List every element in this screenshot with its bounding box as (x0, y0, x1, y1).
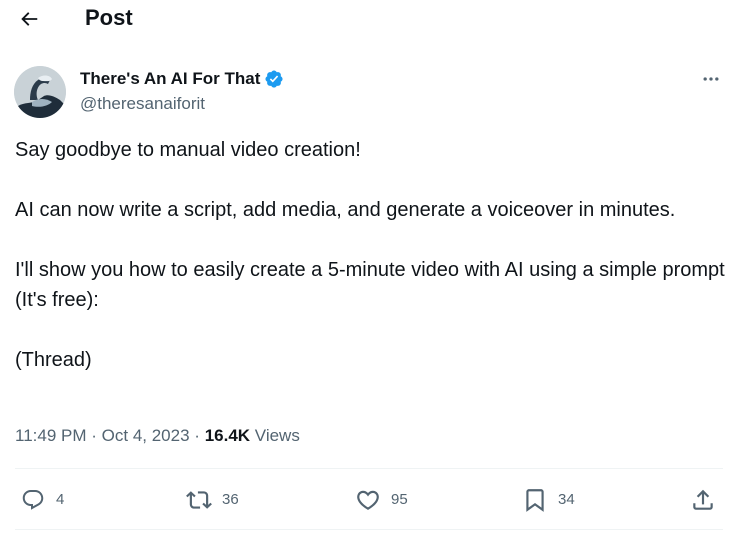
repost-icon (186, 487, 212, 513)
bookmark-count: 34 (558, 491, 575, 508)
post-date[interactable]: Oct 4, 2023 (102, 426, 190, 445)
reply-icon (20, 487, 46, 513)
more-options-button[interactable] (696, 66, 726, 92)
page-title: Post (85, 5, 133, 30)
avatar[interactable] (14, 66, 66, 118)
tweet-paragraph: Say goodbye to manual video creation! (15, 139, 361, 161)
share-button[interactable] (690, 480, 716, 520)
views-label: Views (254, 426, 300, 445)
arrow-left-icon (21, 12, 38, 26)
author-handle[interactable]: @theresanaiforit (80, 93, 205, 115)
like-button[interactable]: 95 (355, 480, 408, 520)
divider (15, 529, 723, 530)
reply-count: 4 (56, 491, 65, 508)
repost-button[interactable]: 36 (186, 480, 239, 520)
views-count: 16.4K (204, 426, 251, 445)
tweet-paragraph: AI can now write a script, add media, an… (15, 199, 676, 221)
tweet-paragraph: I'll show you how to easily create a 5-m… (15, 259, 725, 311)
repost-count: 36 (222, 491, 239, 508)
top-bar: Post (0, 0, 738, 38)
action-bar: 4 36 95 34 (0, 480, 738, 520)
meta-separator: · (91, 426, 97, 445)
tweet-paragraph: (Thread) (15, 349, 92, 371)
heart-icon (355, 487, 381, 513)
like-count: 95 (391, 491, 408, 508)
tweet-text: Say goodbye to manual video creation! AI… (15, 135, 727, 375)
share-icon (690, 487, 716, 513)
author-name-row: There's An AI For That (80, 68, 284, 90)
bookmark-icon (522, 487, 548, 513)
bookmark-button[interactable]: 34 (522, 480, 575, 520)
meta-separator: · (194, 426, 200, 445)
verified-badge-icon[interactable] (264, 69, 284, 89)
reply-button[interactable]: 4 (20, 480, 64, 520)
author-name[interactable]: There's An AI For That (80, 68, 260, 90)
more-horizontal-icon (703, 77, 719, 81)
robot-logo-icon (14, 66, 66, 118)
tweet-meta: 11:49 PM · Oct 4, 2023 · 16.4K Views (15, 425, 300, 447)
divider (15, 468, 723, 469)
back-button[interactable] (14, 4, 44, 34)
post-time[interactable]: 11:49 PM (15, 426, 87, 445)
